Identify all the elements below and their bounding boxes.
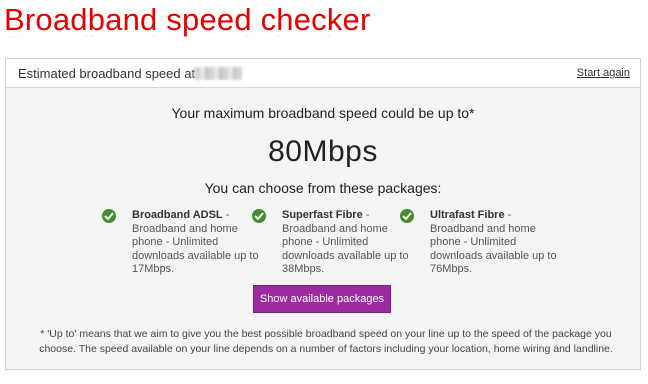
packages-intro: You can choose from these packages:: [204, 180, 442, 196]
check-circle-icon: [400, 209, 414, 223]
package-name: Ultrafast Fibre: [430, 209, 505, 221]
up-to-footnote: * 'Up to' means that we aim to give you …: [39, 328, 613, 355]
package-broadband-adsl: Broadband ADSL - Broadband and home phon…: [102, 209, 262, 277]
estimated-speed-label: Estimated broadband speed at: [18, 66, 196, 81]
package-ultrafast-fibre: Ultrafast Fibre - Broadband and home pho…: [400, 209, 560, 277]
package-name: Broadband ADSL: [132, 209, 223, 221]
redacted-address: [194, 67, 242, 80]
check-circle-icon: [102, 209, 116, 223]
card-header: Estimated broadband speed at Start again: [6, 59, 640, 88]
max-speed-headline: Your maximum broadband speed could be up…: [171, 105, 475, 121]
speed-result-card: Estimated broadband speed at Start again…: [5, 58, 641, 370]
start-again-link[interactable]: Start again: [577, 67, 630, 79]
package-description: Broadband and home phone - Unlimited dow…: [282, 222, 409, 276]
package-name: Superfast Fibre: [282, 209, 363, 221]
check-circle-icon: [252, 209, 266, 223]
package-description: Broadband and home phone - Unlimited dow…: [430, 222, 557, 276]
package-description: Broadband and home phone - Unlimited dow…: [132, 222, 259, 276]
max-speed-value: 80Mbps: [268, 135, 378, 168]
package-superfast-fibre: Superfast Fibre - Broadband and home pho…: [252, 209, 412, 277]
show-packages-button[interactable]: Show available packages: [253, 285, 391, 313]
